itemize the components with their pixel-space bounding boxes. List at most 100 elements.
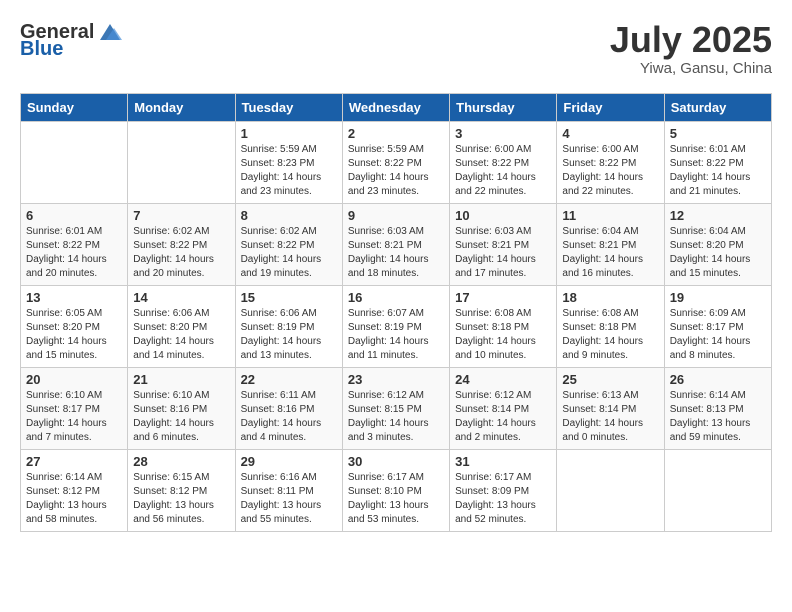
day-number: 16 [348,290,444,305]
day-number: 8 [241,208,337,223]
calendar-week-1: 1 Sunrise: 5:59 AM Sunset: 8:23 PM Daylig… [21,121,772,203]
day-number: 6 [26,208,122,223]
day-info: Sunrise: 6:08 AM Sunset: 8:18 PM Dayligh… [455,307,551,363]
calendar-cell [128,121,235,203]
month-title: July 2025 [610,20,772,60]
day-info: Sunrise: 6:06 AM Sunset: 8:20 PM Dayligh… [133,307,229,363]
title-block: July 2025 Yiwa, Gansu, China [610,20,772,77]
day-info: Sunrise: 6:11 AM Sunset: 8:16 PM Dayligh… [241,389,337,445]
day-number: 20 [26,372,122,387]
day-number: 11 [562,208,658,223]
logo-icon [96,20,124,44]
calendar-cell: 5Sunrise: 6:01 AM Sunset: 8:22 PM Daylig… [664,121,771,203]
day-info: Sunrise: 5:59 AM Sunset: 8:22 PM Dayligh… [348,143,444,199]
header-day-sunday: Sunday [21,93,128,121]
day-number: 17 [455,290,551,305]
day-info: Sunrise: 6:12 AM Sunset: 8:14 PM Dayligh… [455,389,551,445]
day-info: Sunrise: 6:00 AM Sunset: 8:22 PM Dayligh… [455,143,551,199]
day-number: 23 [348,372,444,387]
day-info: Sunrise: 6:03 AM Sunset: 8:21 PM Dayligh… [348,225,444,281]
calendar-cell: 30Sunrise: 6:17 AM Sunset: 8:10 PM Dayli… [342,449,449,531]
calendar-cell: 16 Sunrise: 6:07 AM Sunset: 8:19 PM Dayli… [342,285,449,367]
day-number: 2 [348,126,444,141]
day-info: Sunrise: 6:09 AM Sunset: 8:17 PM Dayligh… [670,307,766,363]
day-number: 14 [133,290,229,305]
header-day-friday: Friday [557,93,664,121]
calendar-cell: 23 Sunrise: 6:12 AM Sunset: 8:15 PM Dayli… [342,367,449,449]
day-number: 19 [670,290,766,305]
calendar-cell: 29Sunrise: 6:16 AM Sunset: 8:11 PM Dayli… [235,449,342,531]
logo-blue-text: Blue [20,38,63,61]
day-number: 18 [562,290,658,305]
day-number: 22 [241,372,337,387]
calendar-cell: 7Sunrise: 6:02 AM Sunset: 8:22 PM Daylig… [128,203,235,285]
day-info: Sunrise: 6:04 AM Sunset: 8:21 PM Dayligh… [562,225,658,281]
logo: General Blue [20,20,124,61]
day-info: Sunrise: 6:12 AM Sunset: 8:15 PM Dayligh… [348,389,444,445]
day-info: Sunrise: 6:07 AM Sunset: 8:19 PM Dayligh… [348,307,444,363]
header-day-tuesday: Tuesday [235,93,342,121]
calendar-cell: 14 Sunrise: 6:06 AM Sunset: 8:20 PM Dayli… [128,285,235,367]
calendar-cell: 22 Sunrise: 6:11 AM Sunset: 8:16 PM Dayli… [235,367,342,449]
calendar-cell: 1 Sunrise: 5:59 AM Sunset: 8:23 PM Daylig… [235,121,342,203]
calendar-body: 1 Sunrise: 5:59 AM Sunset: 8:23 PM Daylig… [21,121,772,531]
calendar-cell: 20 Sunrise: 6:10 AM Sunset: 8:17 PM Dayli… [21,367,128,449]
calendar-cell: 12 Sunrise: 6:04 AM Sunset: 8:20 PM Dayli… [664,203,771,285]
day-number: 12 [670,208,766,223]
day-number: 21 [133,372,229,387]
day-info: Sunrise: 6:13 AM Sunset: 8:14 PM Dayligh… [562,389,658,445]
calendar-cell: 28Sunrise: 6:15 AM Sunset: 8:12 PM Dayli… [128,449,235,531]
calendar-week-2: 6 Sunrise: 6:01 AM Sunset: 8:22 PM Daylig… [21,203,772,285]
calendar-cell: 24 Sunrise: 6:12 AM Sunset: 8:14 PM Dayli… [450,367,557,449]
page-header: General Blue July 2025 Yiwa, Gansu, Chin… [20,20,772,77]
day-number: 9 [348,208,444,223]
day-info: Sunrise: 6:10 AM Sunset: 8:16 PM Dayligh… [133,389,229,445]
calendar-week-3: 13Sunrise: 6:05 AM Sunset: 8:20 PM Dayli… [21,285,772,367]
calendar-cell: 3 Sunrise: 6:00 AM Sunset: 8:22 PM Daylig… [450,121,557,203]
calendar-week-5: 27Sunrise: 6:14 AM Sunset: 8:12 PM Dayli… [21,449,772,531]
day-info: Sunrise: 6:06 AM Sunset: 8:19 PM Dayligh… [241,307,337,363]
day-info: Sunrise: 6:04 AM Sunset: 8:20 PM Dayligh… [670,225,766,281]
calendar-cell [557,449,664,531]
day-number: 13 [26,290,122,305]
calendar-cell: 6 Sunrise: 6:01 AM Sunset: 8:22 PM Daylig… [21,203,128,285]
day-info: Sunrise: 6:00 AM Sunset: 8:22 PM Dayligh… [562,143,658,199]
header-day-saturday: Saturday [664,93,771,121]
calendar-cell: 13Sunrise: 6:05 AM Sunset: 8:20 PM Dayli… [21,285,128,367]
day-number: 29 [241,454,337,469]
calendar-cell: 4 Sunrise: 6:00 AM Sunset: 8:22 PM Daylig… [557,121,664,203]
day-number: 15 [241,290,337,305]
day-info: Sunrise: 6:02 AM Sunset: 8:22 PM Dayligh… [241,225,337,281]
header-day-monday: Monday [128,93,235,121]
header-day-wednesday: Wednesday [342,93,449,121]
calendar-cell: 27Sunrise: 6:14 AM Sunset: 8:12 PM Dayli… [21,449,128,531]
day-number: 31 [455,454,551,469]
day-number: 4 [562,126,658,141]
day-info: Sunrise: 6:14 AM Sunset: 8:12 PM Dayligh… [26,471,122,527]
day-info: Sunrise: 6:10 AM Sunset: 8:17 PM Dayligh… [26,389,122,445]
day-info: Sunrise: 6:14 AM Sunset: 8:13 PM Dayligh… [670,389,766,445]
day-number: 28 [133,454,229,469]
location: Yiwa, Gansu, China [610,60,772,77]
calendar-cell: 8 Sunrise: 6:02 AM Sunset: 8:22 PM Daylig… [235,203,342,285]
day-number: 26 [670,372,766,387]
day-info: Sunrise: 5:59 AM Sunset: 8:23 PM Dayligh… [241,143,337,199]
calendar-cell: 25Sunrise: 6:13 AM Sunset: 8:14 PM Dayli… [557,367,664,449]
calendar-cell: 31Sunrise: 6:17 AM Sunset: 8:09 PM Dayli… [450,449,557,531]
calendar-cell [664,449,771,531]
day-number: 1 [241,126,337,141]
day-number: 3 [455,126,551,141]
day-info: Sunrise: 6:02 AM Sunset: 8:22 PM Dayligh… [133,225,229,281]
calendar-cell [21,121,128,203]
calendar-cell: 17 Sunrise: 6:08 AM Sunset: 8:18 PM Dayli… [450,285,557,367]
day-number: 30 [348,454,444,469]
day-info: Sunrise: 6:01 AM Sunset: 8:22 PM Dayligh… [670,143,766,199]
calendar-cell: 15 Sunrise: 6:06 AM Sunset: 8:19 PM Dayli… [235,285,342,367]
calendar-cell: 21 Sunrise: 6:10 AM Sunset: 8:16 PM Dayli… [128,367,235,449]
day-number: 24 [455,372,551,387]
day-info: Sunrise: 6:03 AM Sunset: 8:21 PM Dayligh… [455,225,551,281]
day-info: Sunrise: 6:01 AM Sunset: 8:22 PM Dayligh… [26,225,122,281]
header-day-thursday: Thursday [450,93,557,121]
calendar-cell: 26 Sunrise: 6:14 AM Sunset: 8:13 PM Dayli… [664,367,771,449]
calendar-cell: 9 Sunrise: 6:03 AM Sunset: 8:21 PM Daylig… [342,203,449,285]
